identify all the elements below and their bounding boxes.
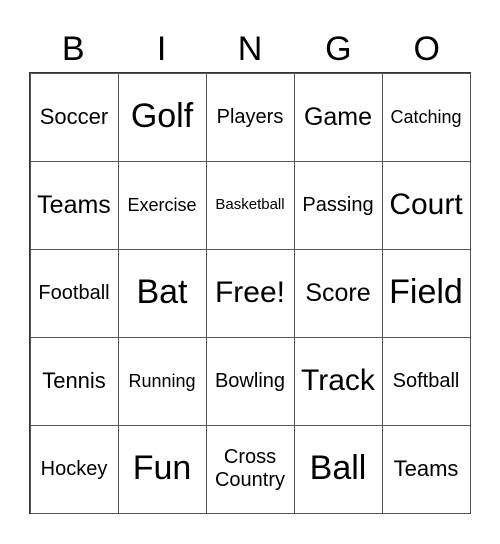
bingo-cell-label: Softball — [392, 369, 460, 392]
bingo-cell-label: Basketball — [215, 196, 285, 214]
bingo-cell-label: Game — [303, 102, 373, 131]
bingo-cell[interactable]: Exercise — [117, 160, 207, 250]
header-letter-g: G — [325, 30, 352, 68]
bingo-cell-label: Hockey — [40, 457, 108, 480]
bingo-cell-label: Exercise — [127, 194, 197, 215]
bingo-cell[interactable]: Football — [29, 248, 119, 338]
bingo-cell-label: Cross Country — [214, 446, 286, 491]
bingo-cell[interactable]: Track — [293, 336, 383, 426]
bingo-cell-label: Running — [128, 370, 196, 391]
bingo-cell-label: Score — [305, 278, 371, 307]
bingo-header: B I N G O — [29, 26, 471, 72]
bingo-cell[interactable]: Running — [117, 336, 207, 426]
bingo-cell[interactable]: Basketball — [205, 160, 295, 250]
bingo-cell-label: Football — [38, 281, 110, 304]
bingo-cell-label: Field — [389, 273, 463, 312]
bingo-cell-label: Fun — [132, 449, 192, 488]
bingo-cell[interactable]: Players — [205, 72, 295, 162]
bingo-cell[interactable]: Game — [293, 72, 383, 162]
bingo-cell-label: Bowling — [214, 369, 286, 392]
bingo-cell-label: Soccer — [39, 104, 109, 130]
bingo-cell[interactable]: Score — [293, 248, 383, 338]
bingo-cell[interactable]: Catching — [381, 72, 471, 162]
bingo-cell[interactable]: Golf — [117, 72, 207, 162]
bingo-cell[interactable]: Passing — [293, 160, 383, 250]
bingo-cell[interactable]: Bowling — [205, 336, 295, 426]
bingo-cell[interactable]: Tennis — [29, 336, 119, 426]
bingo-cell[interactable]: Teams — [29, 160, 119, 250]
bingo-cell[interactable]: Court — [381, 160, 471, 250]
bingo-cell-label: Track — [301, 363, 375, 397]
bingo-cell[interactable]: Free! — [205, 248, 295, 338]
header-letter-o: O — [413, 30, 440, 68]
bingo-cell-label: Free! — [214, 275, 286, 309]
bingo-cell[interactable]: Softball — [381, 336, 471, 426]
bingo-cell-label: Bat — [136, 273, 188, 312]
bingo-cell-label: Passing — [302, 193, 374, 216]
bingo-cell-label: Teams — [37, 190, 111, 219]
bingo-cell-label: Teams — [393, 456, 459, 482]
bingo-cell-label: Catching — [390, 106, 462, 127]
bingo-cell[interactable]: Ball — [293, 424, 383, 514]
bingo-cell[interactable]: Fun — [117, 424, 207, 514]
bingo-cell-label: Golf — [130, 97, 194, 136]
bingo-cell[interactable]: Hockey — [29, 424, 119, 514]
bingo-cell-label: Ball — [309, 449, 367, 488]
header-letter-n: N — [237, 30, 263, 68]
bingo-cell[interactable]: Field — [381, 248, 471, 338]
bingo-cell[interactable]: Bat — [117, 248, 207, 338]
bingo-cell[interactable]: Teams — [381, 424, 471, 514]
header-letter-b: B — [61, 30, 85, 68]
bingo-cell-label: Players — [216, 105, 284, 128]
bingo-cell[interactable]: Cross Country — [205, 424, 295, 514]
bingo-cell[interactable]: Soccer — [29, 72, 119, 162]
header-letter-i: I — [156, 30, 167, 68]
bingo-cell-label: Court — [389, 187, 463, 221]
bingo-cell-label: Tennis — [42, 368, 106, 394]
bingo-card-grid: Soccer Golf Players Game Catching Teams Exerci… — [29, 72, 471, 514]
